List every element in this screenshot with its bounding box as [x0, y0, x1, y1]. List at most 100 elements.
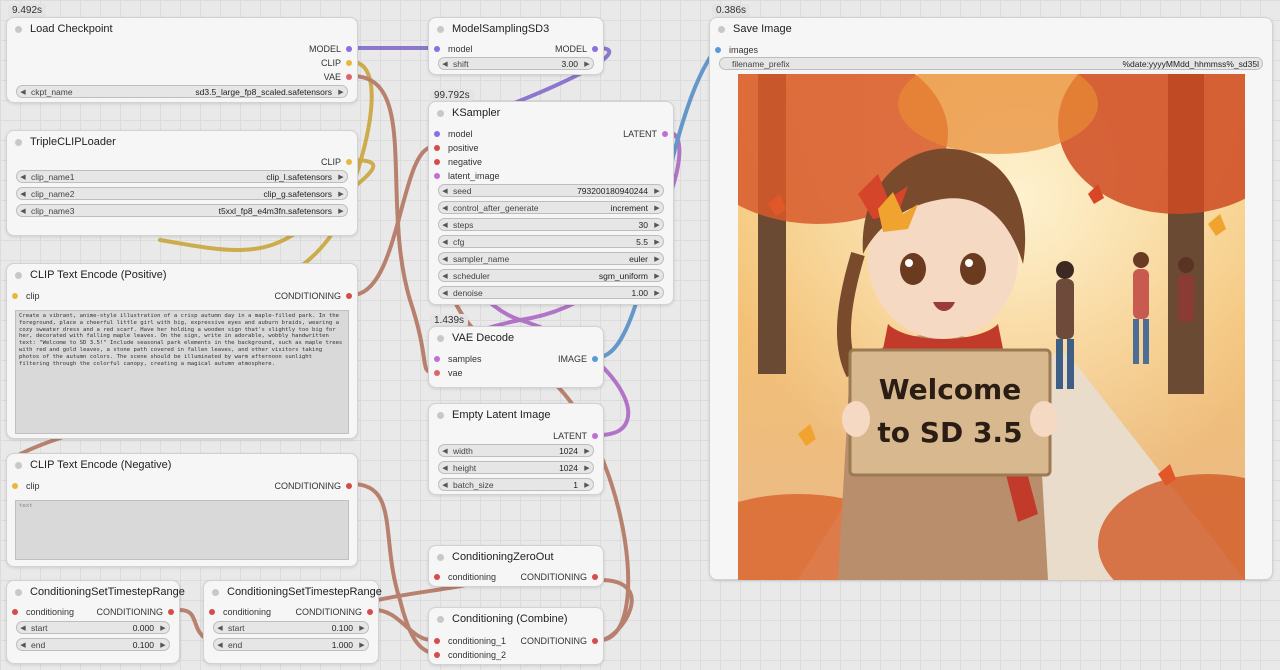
arrow-right-icon[interactable]: ▶: [356, 624, 368, 632]
arrow-left-icon[interactable]: ◀: [439, 255, 451, 263]
node-ksampler[interactable]: KSampler model LATENT positive negative …: [428, 101, 674, 305]
arrow-right-icon[interactable]: ▶: [651, 255, 663, 263]
control-after-generate-combo[interactable]: ◀ control_after_generate increment ▶: [438, 201, 664, 214]
arrow-right-icon[interactable]: ▶: [581, 481, 593, 489]
node-conditioning-set-timestep-range-1[interactable]: ConditioningSetTimestepRange conditionin…: [6, 580, 185, 664]
input-socket[interactable]: [209, 609, 215, 615]
output-socket[interactable]: [346, 74, 352, 80]
input-socket[interactable]: [434, 159, 440, 165]
input-socket[interactable]: [434, 638, 440, 644]
sampler-name-combo[interactable]: ◀ sampler_name euler ▶: [438, 252, 664, 265]
arrow-left-icon[interactable]: ◀: [17, 641, 29, 649]
prompt-textarea[interactable]: Create a vibrant, anime-style illustrati…: [15, 310, 349, 434]
node-conditioning-combine[interactable]: Conditioning (Combine) conditioning_1 CO…: [428, 607, 604, 665]
input-socket[interactable]: [12, 293, 18, 299]
output-image-preview[interactable]: Welcome to SD 3.5: [738, 74, 1245, 580]
seed-number[interactable]: ◀ seed 793200180940244 ▶: [438, 184, 664, 197]
arrow-left-icon[interactable]: ◀: [214, 624, 226, 632]
collapse-dot-icon[interactable]: [15, 588, 22, 596]
clip-name2-combo[interactable]: ◀ clip_name2 clip_g.safetensors ▶: [16, 187, 348, 200]
arrow-left-icon[interactable]: ◀: [214, 641, 226, 649]
collapse-dot-icon[interactable]: [437, 553, 444, 561]
arrow-left-icon[interactable]: ◀: [439, 447, 451, 455]
ckpt-name-combo[interactable]: ◀ ckpt_name sd3.5_large_fp8_scaled.safeten…: [16, 85, 348, 98]
arrow-right-icon[interactable]: ▶: [651, 204, 663, 212]
node-model-sampling-sd3[interactable]: ModelSamplingSD3 model MODEL ◀ shift 3.00 ▶: [428, 17, 604, 75]
negative-prompt-textarea[interactable]: text: [15, 500, 349, 560]
arrow-right-icon[interactable]: ▶: [157, 624, 169, 632]
collapse-dot-icon[interactable]: [15, 461, 22, 469]
arrow-left-icon[interactable]: ◀: [17, 190, 29, 198]
arrow-right-icon[interactable]: ▶: [651, 289, 663, 297]
arrow-left-icon[interactable]: ◀: [439, 289, 451, 297]
end-number[interactable]: ◀ end 1.000 ▶: [213, 638, 369, 651]
arrow-right-icon[interactable]: ▶: [651, 221, 663, 229]
scheduler-combo[interactable]: ◀ scheduler sgm_uniform ▶: [438, 269, 664, 282]
input-socket[interactable]: [12, 609, 18, 615]
arrow-left-icon[interactable]: ◀: [439, 464, 451, 472]
output-socket[interactable]: [346, 159, 352, 165]
output-socket[interactable]: [346, 293, 352, 299]
filename-prefix-input[interactable]: filename_prefix %date:yyyyMMdd_hhmmss%_sd…: [719, 57, 1263, 70]
collapse-dot-icon[interactable]: [437, 615, 444, 623]
output-socket[interactable]: [346, 46, 352, 52]
collapse-dot-icon[interactable]: [718, 25, 725, 33]
arrow-right-icon[interactable]: ▶: [581, 60, 593, 68]
output-socket[interactable]: [592, 638, 598, 644]
cfg-number[interactable]: ◀ cfg 5.5 ▶: [438, 235, 664, 248]
arrow-right-icon[interactable]: ▶: [581, 447, 593, 455]
collapse-dot-icon[interactable]: [437, 109, 444, 117]
output-socket[interactable]: [592, 433, 598, 439]
arrow-left-icon[interactable]: ◀: [439, 238, 451, 246]
node-triple-clip-loader[interactable]: TripleCLIPLoader CLIP ◀ clip_name1 clip_l.…: [6, 130, 358, 236]
shift-number[interactable]: ◀ shift 3.00 ▶: [438, 57, 594, 70]
input-socket[interactable]: [434, 145, 440, 151]
steps-number[interactable]: ◀ steps 30 ▶: [438, 218, 664, 231]
height-number[interactable]: ◀ height 1024 ▶: [438, 461, 594, 474]
arrow-right-icon[interactable]: ▶: [356, 641, 368, 649]
arrow-right-icon[interactable]: ▶: [651, 272, 663, 280]
node-clip-text-encode-positive[interactable]: CLIP Text Encode (Positive) clip CONDITI…: [6, 263, 358, 439]
arrow-left-icon[interactable]: ◀: [439, 187, 451, 195]
clip-name3-combo[interactable]: ◀ clip_name3 t5xxl_fp8_e4m3fn.safetensors ▶: [16, 204, 348, 217]
node-conditioning-zero-out[interactable]: ConditioningZeroOut conditioning CONDITI…: [428, 545, 604, 587]
output-socket[interactable]: [346, 60, 352, 66]
collapse-dot-icon[interactable]: [15, 271, 22, 279]
end-number[interactable]: ◀ end 0.100 ▶: [16, 638, 170, 651]
arrow-right-icon[interactable]: ▶: [581, 464, 593, 472]
output-socket[interactable]: [168, 609, 174, 615]
input-socket[interactable]: [434, 574, 440, 580]
output-socket[interactable]: [592, 46, 598, 52]
node-save-image[interactable]: Save Image images filename_prefix %date:y…: [709, 17, 1273, 580]
output-socket[interactable]: [367, 609, 373, 615]
arrow-right-icon[interactable]: ▶: [335, 88, 347, 96]
batch-size-number[interactable]: ◀ batch_size 1 ▶: [438, 478, 594, 491]
output-socket[interactable]: [592, 356, 598, 362]
arrow-left-icon[interactable]: ◀: [439, 60, 451, 68]
arrow-left-icon[interactable]: ◀: [439, 221, 451, 229]
collapse-dot-icon[interactable]: [437, 411, 444, 419]
clip-name1-combo[interactable]: ◀ clip_name1 clip_l.safetensors ▶: [16, 170, 348, 183]
node-load-checkpoint[interactable]: Load Checkpoint MODEL CLIP VAE ◀ ckpt_nam…: [6, 17, 358, 103]
denoise-number[interactable]: ◀ denoise 1.00 ▶: [438, 286, 664, 299]
collapse-dot-icon[interactable]: [437, 25, 444, 33]
arrow-right-icon[interactable]: ▶: [157, 641, 169, 649]
collapse-dot-icon[interactable]: [437, 334, 444, 342]
arrow-left-icon[interactable]: ◀: [439, 204, 451, 212]
output-socket[interactable]: [346, 483, 352, 489]
output-socket[interactable]: [592, 574, 598, 580]
collapse-dot-icon[interactable]: [15, 25, 22, 33]
width-number[interactable]: ◀ width 1024 ▶: [438, 444, 594, 457]
arrow-right-icon[interactable]: ▶: [335, 207, 347, 215]
input-socket[interactable]: [434, 173, 440, 179]
input-socket[interactable]: [434, 356, 440, 362]
arrow-right-icon[interactable]: ▶: [651, 187, 663, 195]
input-socket[interactable]: [434, 131, 440, 137]
arrow-left-icon[interactable]: ◀: [17, 173, 29, 181]
node-conditioning-set-timestep-range-2[interactable]: ConditioningSetTimestepRange conditionin…: [203, 580, 382, 664]
start-number[interactable]: ◀ start 0.000 ▶: [16, 621, 170, 634]
collapse-dot-icon[interactable]: [212, 588, 219, 596]
arrow-left-icon[interactable]: ◀: [17, 207, 29, 215]
arrow-left-icon[interactable]: ◀: [439, 481, 451, 489]
arrow-left-icon[interactable]: ◀: [17, 624, 29, 632]
